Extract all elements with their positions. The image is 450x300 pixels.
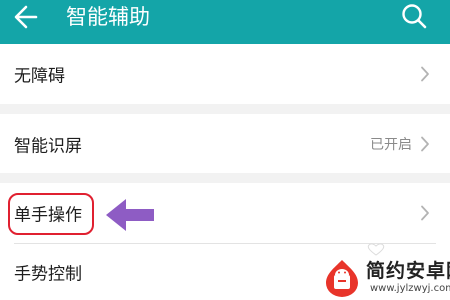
row-label: 无障碍 (14, 66, 65, 87)
android-logo-icon (326, 260, 358, 297)
status-value: 已开启 (370, 136, 412, 153)
row-smart-screen-recognition[interactable]: 智能识屏 已开启 (0, 114, 450, 173)
search-button[interactable] (398, 2, 430, 32)
watermark-url: www.jylzwyj.com (370, 283, 450, 294)
page-title: 智能辅助 (66, 5, 150, 29)
row-accessibility[interactable]: 无障碍 (0, 44, 450, 104)
arrow-left-icon (14, 5, 38, 29)
search-icon (402, 4, 427, 29)
arrow-left-icon (106, 199, 154, 231)
back-button[interactable] (12, 2, 46, 34)
row-label: 智能识屏 (14, 136, 82, 156)
chevron-right-icon (421, 66, 429, 82)
watermark-title: 简约安卓网 (366, 260, 450, 282)
app-bar: 智能辅助 (0, 0, 450, 44)
row-label: 手势控制 (14, 264, 82, 285)
settings-screen: 智能辅助 无障碍 智能识屏 已开启 单手操作 手势控制 简约安卓 www.jyl… (0, 0, 450, 300)
site-watermark: 简约安卓网 www.jylzwyj.com (318, 256, 450, 300)
settings-group-accessibility: 无障碍 (0, 44, 450, 104)
heart-icon (367, 243, 385, 256)
chevron-right-icon (421, 205, 429, 221)
chevron-right-icon (421, 136, 429, 151)
highlight-box (8, 193, 94, 235)
settings-group-smart-screen: 智能识屏 已开启 (0, 114, 450, 173)
